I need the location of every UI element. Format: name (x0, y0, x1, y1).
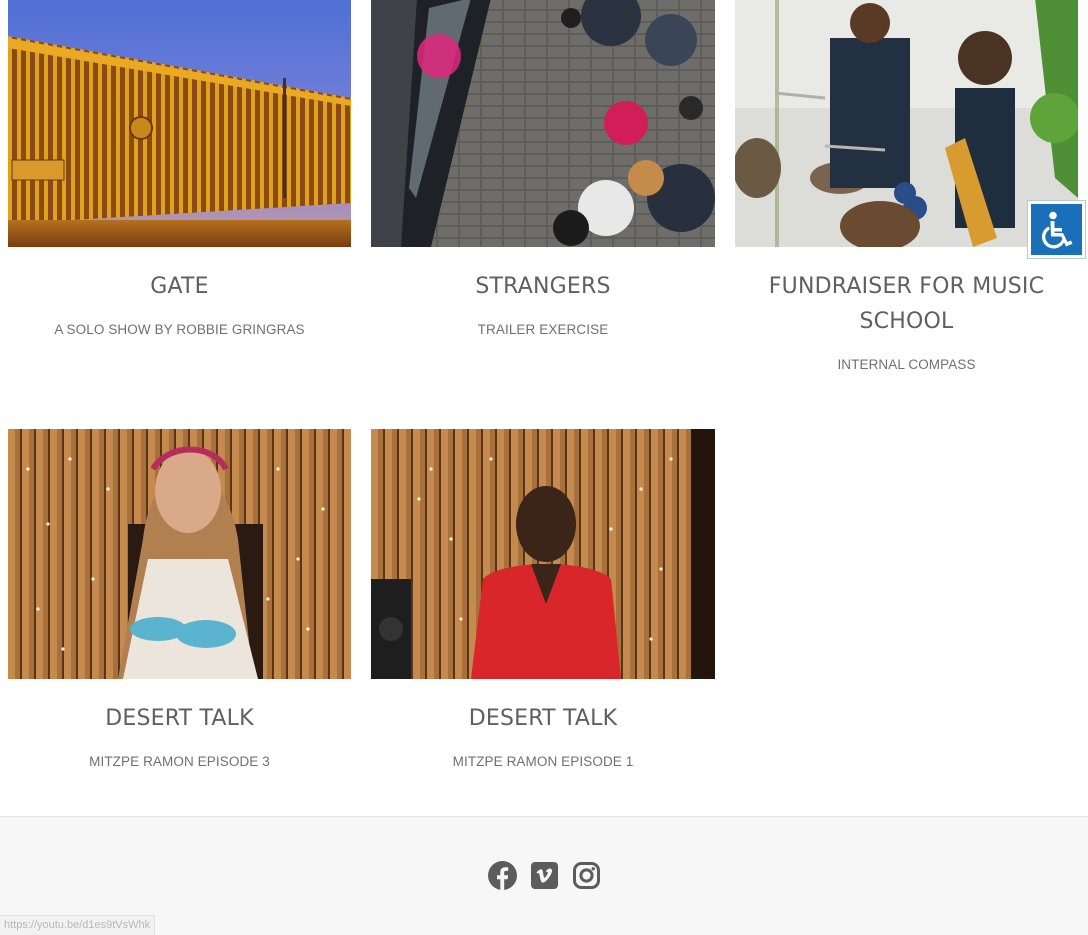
project-title[interactable]: DESERT TALK (8, 679, 351, 736)
project-title[interactable]: FUNDRAISER FOR MUSIC SCHOOL (735, 247, 1078, 339)
project-title[interactable]: STRANGERS (371, 247, 715, 304)
status-bar-url: https://youtu.be/d1es9tVsWhk (0, 915, 156, 935)
wheelchair-icon (1041, 211, 1072, 248)
portfolio-page: GATE A SOLO SHOW BY ROBBIE GRINGRAS STRA… (0, 0, 1088, 935)
social-links (0, 861, 1088, 890)
project-title[interactable]: GATE (8, 247, 351, 304)
site-footer (0, 816, 1088, 935)
project-thumbnail-strangers[interactable] (371, 0, 715, 247)
gate-fence-sunset-photo (8, 0, 351, 247)
project-subtitle: MITZPE RAMON EPISODE 3 (89, 754, 270, 769)
project-subtitle: INTERNAL COMPASS (837, 357, 976, 372)
accessibility-button-inner (1031, 204, 1082, 255)
project-card-fundraiser: FUNDRAISER FOR MUSIC SCHOOL INTERNAL COM… (735, 0, 1078, 374)
project-card-gate: GATE A SOLO SHOW BY ROBBIE GRINGRAS (8, 0, 351, 339)
project-thumbnail-gate[interactable] (8, 0, 351, 247)
woman-interview-photo (371, 429, 715, 679)
crowd-from-above-photo (371, 0, 715, 247)
project-card-strangers: STRANGERS TRAILER EXERCISE (371, 0, 715, 339)
project-subtitle: A SOLO SHOW BY ROBBIE GRINGRAS (54, 322, 305, 337)
project-card-desert-talk-3: DESERT TALK MITZPE RAMON EPISODE 3 (8, 429, 351, 771)
accessibility-button[interactable] (1027, 200, 1086, 259)
facebook-icon[interactable] (487, 861, 517, 890)
project-subtitle: MITZPE RAMON EPISODE 1 (452, 754, 634, 769)
project-card-desert-talk-1: DESERT TALK MITZPE RAMON EPISODE 1 (371, 429, 715, 771)
project-thumbnail-desert-talk-1[interactable] (371, 429, 715, 679)
vimeo-icon[interactable] (530, 861, 559, 890)
instagram-icon[interactable] (572, 861, 601, 890)
project-thumbnail-desert-talk-3[interactable] (8, 429, 351, 679)
project-title[interactable]: DESERT TALK (371, 679, 715, 736)
project-subtitle: TRAILER EXERCISE (477, 322, 609, 337)
girl-interview-photo (8, 429, 351, 679)
